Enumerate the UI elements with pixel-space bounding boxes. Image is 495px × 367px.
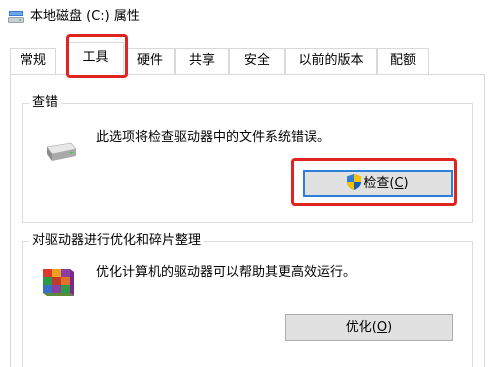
tab-security[interactable]: 安全 (229, 48, 285, 74)
highlight-box-tools-tab (66, 34, 128, 78)
optimize-group: 对驱动器进行优化和碎片整理 (22, 233, 473, 367)
title-bar: 本地磁盘 (C:) 属性 (0, 0, 495, 36)
tab-label: 常规 (19, 53, 46, 68)
optimize-button-label: 优化( (345, 320, 377, 335)
optimize-button-mnemonic: O (376, 320, 388, 335)
tab-label: 硬件 (136, 53, 163, 68)
tab-sharing[interactable]: 共享 (175, 48, 229, 74)
optimize-description: 优化计算机的驱动器可以帮助其更高效运行。 (96, 265, 357, 280)
group-title-error-check: 查错 (29, 95, 62, 111)
tab-hardware[interactable]: 硬件 (125, 48, 175, 74)
tab-previous-versions[interactable]: 以前的版本 (285, 48, 377, 74)
optimize-button-suffix: ) (387, 320, 393, 335)
hard-drive-icon (46, 142, 77, 161)
tab-label: 共享 (188, 53, 215, 68)
highlight-box-check-button (291, 158, 457, 206)
tab-label: 以前的版本 (298, 53, 364, 68)
properties-window: 本地磁盘 (C:) 属性 常规 工具 硬件 共享 安全 以前的版本 配额 查错 … (0, 0, 495, 367)
tab-quota[interactable]: 配额 (377, 48, 429, 74)
group-title-optimize: 对驱动器进行优化和碎片整理 (29, 233, 205, 249)
optimize-button[interactable]: 优化(O) (285, 314, 453, 341)
drive-icon (8, 11, 24, 23)
error-check-description: 此选项将检查驱动器中的文件系统错误。 (96, 130, 331, 145)
window-title: 本地磁盘 (C:) 属性 (30, 9, 140, 24)
tab-label: 配额 (389, 53, 416, 68)
tab-general[interactable]: 常规 (10, 48, 56, 74)
tab-label: 安全 (243, 53, 270, 68)
defrag-icon (43, 269, 74, 296)
